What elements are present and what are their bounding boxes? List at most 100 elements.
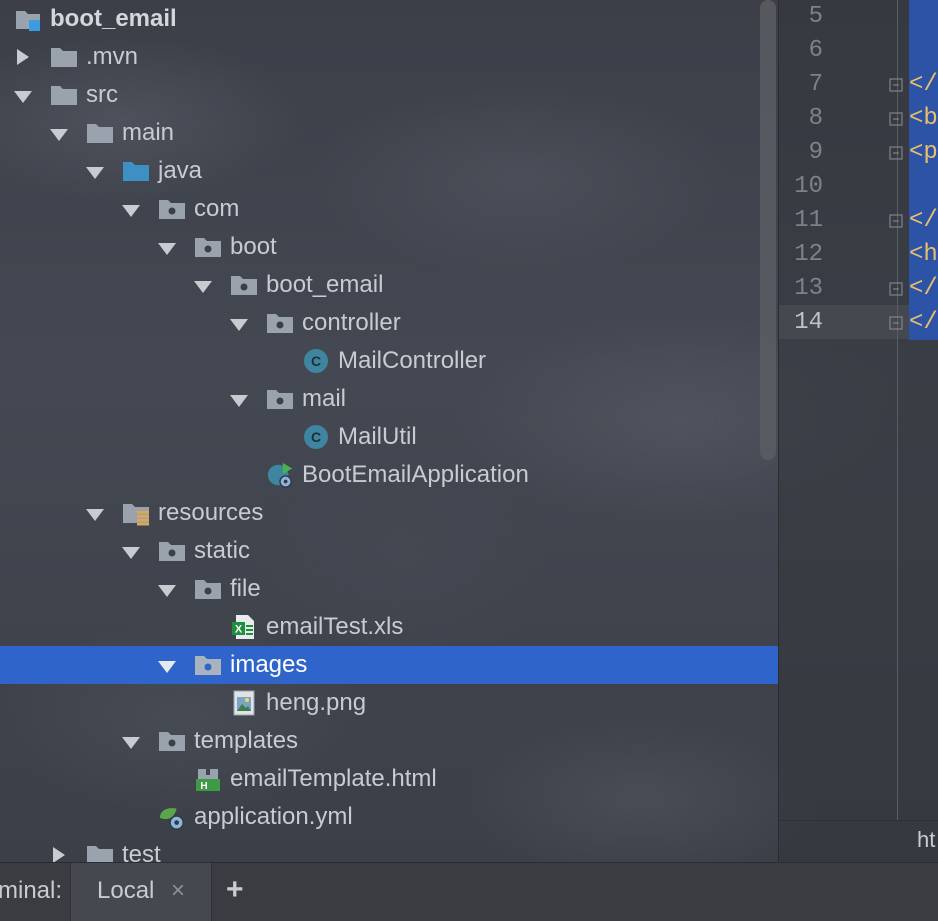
terminal-title: minal: bbox=[0, 877, 63, 904]
tree-item-images[interactable]: images bbox=[0, 646, 778, 684]
tree-item-heng-png[interactable]: heng.png bbox=[0, 684, 778, 722]
add-terminal-button[interactable]: + bbox=[226, 873, 244, 907]
svg-text:C: C bbox=[311, 429, 321, 445]
tree-item-boot[interactable]: boot bbox=[0, 228, 778, 266]
tree-item-application-yml[interactable]: application.yml bbox=[0, 798, 778, 836]
package-icon bbox=[158, 195, 186, 223]
tree-item-file[interactable]: file bbox=[0, 570, 778, 608]
code-fragment[interactable]: </ bbox=[909, 204, 938, 238]
tree-item-test[interactable]: test bbox=[0, 836, 778, 862]
collapse-arrow-icon[interactable] bbox=[14, 88, 32, 106]
fold-marker-icon[interactable] bbox=[889, 282, 903, 296]
tree-item-mail-controller[interactable]: C MailController bbox=[0, 342, 778, 380]
tree-item-email-template-html[interactable]: H emailTemplate.html bbox=[0, 760, 778, 798]
collapse-arrow-icon[interactable] bbox=[122, 544, 140, 562]
spring-config-icon bbox=[158, 803, 186, 831]
tree-item-controller[interactable]: controller bbox=[0, 304, 778, 342]
fold-marker-icon[interactable] bbox=[889, 316, 903, 330]
tree-item-label: main bbox=[122, 119, 175, 146]
tree-item-boot-email-application[interactable]: BootEmailApplication bbox=[0, 456, 778, 494]
tree-item-com[interactable]: com bbox=[0, 190, 778, 228]
line-number: 5 bbox=[808, 3, 823, 30]
tree-item-label: .mvn bbox=[86, 43, 139, 70]
project-tree-panel: boot_email .mvn src main java com boot b… bbox=[0, 0, 778, 862]
fold-marker-icon[interactable] bbox=[889, 78, 903, 92]
code-fragment[interactable]: <h bbox=[909, 238, 938, 272]
tree-item-resources[interactable]: resources bbox=[0, 494, 778, 532]
folder-icon bbox=[50, 81, 78, 109]
expand-arrow-icon[interactable] bbox=[50, 846, 68, 862]
package-icon bbox=[158, 727, 186, 755]
tree-item-static[interactable]: static bbox=[0, 532, 778, 570]
code-fragment[interactable]: </ bbox=[909, 68, 938, 102]
source-folder-icon bbox=[122, 157, 150, 185]
java-class-icon: C bbox=[302, 347, 330, 375]
tree-item-label: heng.png bbox=[266, 689, 367, 716]
collapse-arrow-icon[interactable] bbox=[158, 582, 176, 600]
package-icon bbox=[266, 309, 294, 337]
tree-item-main[interactable]: main bbox=[0, 114, 778, 152]
collapse-arrow-icon[interactable] bbox=[158, 240, 176, 258]
tree-item-java[interactable]: java bbox=[0, 152, 778, 190]
tree-item-email-test-xls[interactable]: X emailTest.xls bbox=[0, 608, 778, 646]
tree-item-label: BootEmailApplication bbox=[302, 461, 529, 488]
collapse-arrow-icon[interactable] bbox=[158, 658, 176, 676]
code-editor-panel: 5 6 7 8 9 10 11 12 13 14 </ <b <p </ <h … bbox=[778, 0, 938, 862]
collapse-arrow-icon[interactable] bbox=[122, 202, 140, 220]
package-icon bbox=[158, 537, 186, 565]
tree-item-label: application.yml bbox=[194, 803, 353, 830]
editor-breadcrumb-bar: ht bbox=[779, 820, 938, 863]
tree-item-label: controller bbox=[302, 309, 401, 336]
code-fragment[interactable]: </ bbox=[909, 272, 938, 306]
tree-item-label: templates bbox=[194, 727, 299, 754]
tree-item-templates[interactable]: templates bbox=[0, 722, 778, 760]
line-number: 9 bbox=[808, 139, 823, 166]
tree-root-boot-email[interactable]: boot_email bbox=[0, 0, 778, 38]
tree-item-label: resources bbox=[158, 499, 264, 526]
fold-marker-icon[interactable] bbox=[889, 214, 903, 228]
editor-breadcrumb-text[interactable]: ht bbox=[917, 827, 935, 853]
collapse-arrow-icon[interactable] bbox=[230, 316, 248, 334]
image-file-icon bbox=[230, 689, 258, 717]
code-fragment[interactable]: <b bbox=[909, 102, 938, 136]
tree-item-src[interactable]: src bbox=[0, 76, 778, 114]
code-fragment[interactable]: <p bbox=[909, 136, 938, 170]
resources-folder-icon bbox=[122, 499, 150, 527]
tree-item-label: images bbox=[230, 651, 308, 678]
vertical-scrollbar[interactable] bbox=[760, 0, 776, 460]
line-number: 6 bbox=[808, 37, 823, 64]
folder-icon bbox=[86, 119, 114, 147]
svg-text:C: C bbox=[311, 353, 321, 369]
fold-marker-icon[interactable] bbox=[889, 112, 903, 126]
package-icon bbox=[194, 651, 222, 679]
tree-item-label: MailController bbox=[338, 347, 487, 374]
tree-item-label: static bbox=[194, 537, 251, 564]
fold-marker-icon[interactable] bbox=[889, 146, 903, 160]
tree-item-label: mail bbox=[302, 385, 347, 412]
expand-arrow-icon[interactable] bbox=[14, 48, 32, 66]
line-number: 12 bbox=[794, 241, 823, 268]
tree-item-mail-util[interactable]: C MailUtil bbox=[0, 418, 778, 456]
close-icon[interactable]: × bbox=[171, 877, 185, 905]
collapse-arrow-icon[interactable] bbox=[230, 392, 248, 410]
java-class-icon: C bbox=[302, 423, 330, 451]
terminal-tab-local[interactable]: Local × bbox=[70, 863, 212, 921]
tree-item-mvn[interactable]: .mvn bbox=[0, 38, 778, 76]
tree-item-mail[interactable]: mail bbox=[0, 380, 778, 418]
tree-item-boot-email[interactable]: boot_email bbox=[0, 266, 778, 304]
package-icon bbox=[266, 385, 294, 413]
package-icon bbox=[194, 575, 222, 603]
collapse-arrow-icon[interactable] bbox=[86, 506, 104, 524]
svg-text:H: H bbox=[200, 781, 207, 792]
collapse-arrow-icon[interactable] bbox=[86, 164, 104, 182]
collapse-arrow-icon[interactable] bbox=[122, 734, 140, 752]
terminal-tool-window-bar: minal: Local × + bbox=[0, 862, 938, 921]
line-number: 7 bbox=[808, 71, 823, 98]
package-icon bbox=[194, 233, 222, 261]
collapse-arrow-icon[interactable] bbox=[194, 278, 212, 296]
collapse-arrow-icon[interactable] bbox=[50, 126, 68, 144]
line-number-current: 14 bbox=[794, 309, 823, 336]
code-fragment[interactable]: </ bbox=[909, 306, 938, 340]
tree-item-label: com bbox=[194, 195, 240, 222]
terminal-tab-label: Local bbox=[97, 877, 155, 904]
